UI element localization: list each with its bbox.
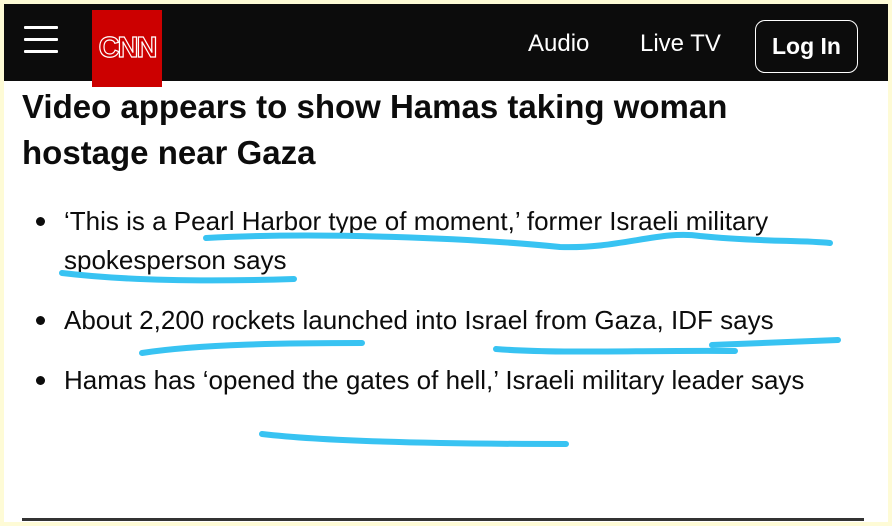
- bullet-text: ‘This is a Pearl Harbor type of moment,’…: [64, 206, 769, 275]
- page-frame: CNN Audio Live TV Log In Video appears t…: [4, 4, 888, 522]
- nav-link-audio[interactable]: Audio: [528, 30, 589, 58]
- bullet-text: About 2,200 rockets launched into Israel…: [64, 305, 774, 335]
- top-navigation-bar: CNN Audio Live TV Log In: [4, 4, 888, 87]
- headline-bullet-list: ‘This is a Pearl Harbor type of moment,’…: [34, 202, 834, 421]
- bullet-text: Hamas has ‘opened the gates of hell,’ Is…: [64, 365, 805, 395]
- article-headline[interactable]: Video appears to show Hamas taking woman…: [22, 84, 862, 176]
- cnn-logo-text: CNN: [98, 31, 158, 64]
- bullet-dot-icon: [36, 217, 45, 226]
- bullet-item[interactable]: Hamas has ‘opened the gates of hell,’ Is…: [34, 361, 834, 400]
- bullet-dot-icon: [36, 376, 45, 385]
- bullet-item[interactable]: ‘This is a Pearl Harbor type of moment,’…: [34, 202, 834, 280]
- bullet-item[interactable]: About 2,200 rockets launched into Israel…: [34, 301, 834, 340]
- login-button[interactable]: Log In: [755, 20, 858, 73]
- nav-link-live-tv[interactable]: Live TV: [640, 30, 721, 58]
- section-divider: [22, 518, 864, 521]
- cnn-logo[interactable]: CNN: [92, 10, 162, 87]
- bullet-dot-icon: [36, 316, 45, 325]
- hamburger-menu-icon[interactable]: [24, 26, 58, 60]
